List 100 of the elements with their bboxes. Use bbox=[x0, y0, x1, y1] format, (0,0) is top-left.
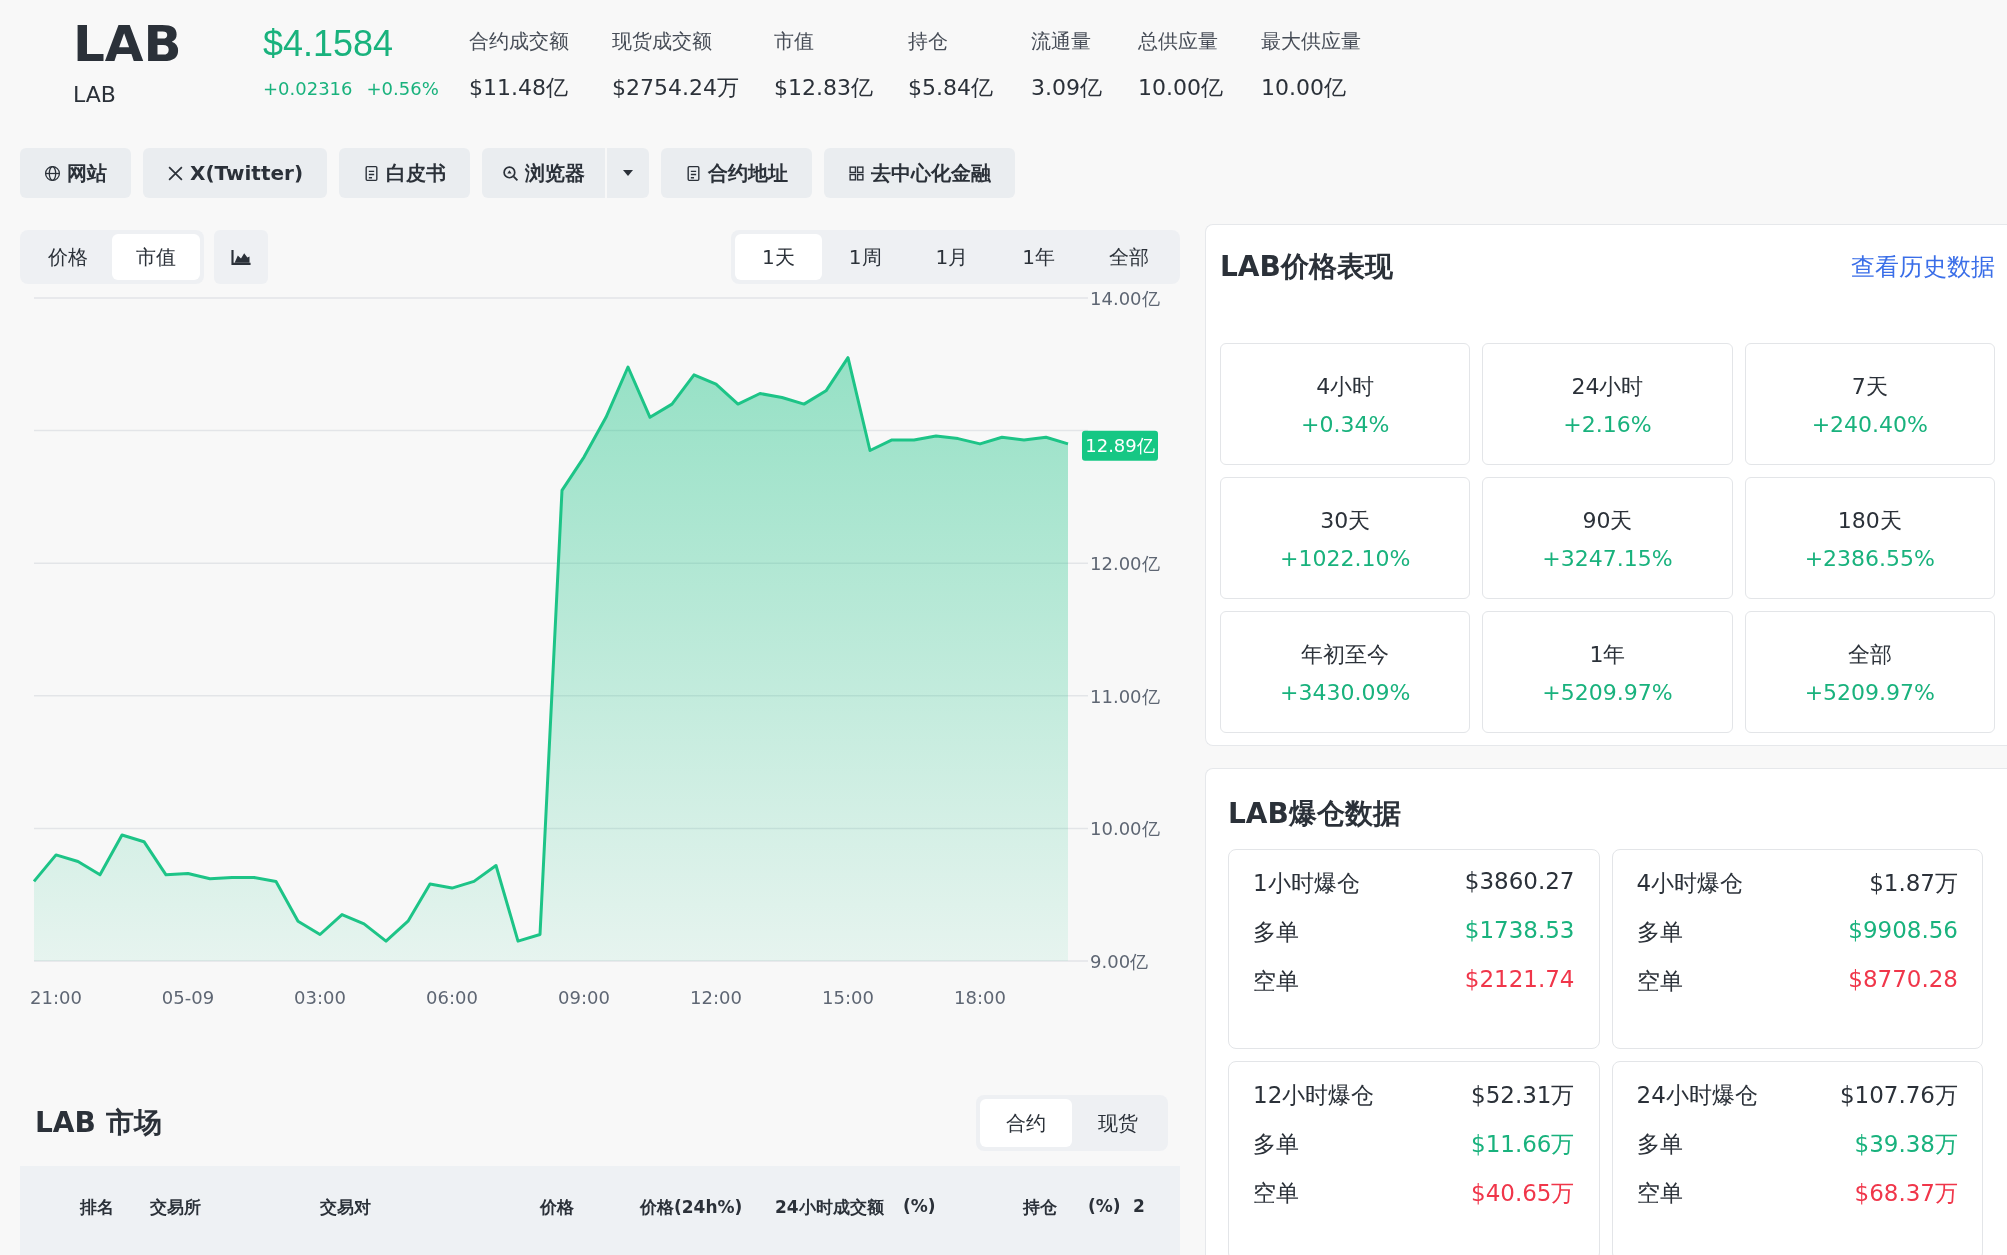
period-tab[interactable]: 1年 bbox=[995, 234, 1082, 280]
liquidation-label: 空单 bbox=[1253, 1179, 1299, 1208]
x-axis-label: 15:00 bbox=[822, 987, 874, 1008]
liquidation-label: 24小时爆仓 bbox=[1636, 1081, 1758, 1110]
liquidation-value: $107.76万 bbox=[1839, 1081, 1958, 1110]
panel-title: LAB爆仓数据 bbox=[1228, 796, 1402, 832]
panel-title: LAB价格表现 bbox=[1220, 249, 1393, 285]
liquidation-value: $2121.74 bbox=[1464, 966, 1575, 994]
current-value-badge: 12.89亿 bbox=[1082, 430, 1158, 461]
y-axis-label: 12.00亿 bbox=[1090, 553, 1160, 575]
period-tab[interactable]: 全部 bbox=[1082, 234, 1176, 280]
liquidation-label: 多单 bbox=[1253, 918, 1299, 947]
x-logo-icon bbox=[167, 164, 184, 182]
liquidation-value: $52.31万 bbox=[1471, 1081, 1575, 1110]
column-header: 持仓 bbox=[1023, 1196, 1058, 1219]
search-icon bbox=[502, 164, 520, 182]
stat-value: 10.00亿 bbox=[1138, 74, 1224, 102]
column-header: 2 bbox=[1133, 1196, 1146, 1218]
stat-value: $11.48亿 bbox=[469, 74, 569, 102]
stat-value: 10.00亿 bbox=[1261, 74, 1347, 102]
liquidation-value: $11.66万 bbox=[1471, 1130, 1575, 1159]
period-change: +0.34% bbox=[1301, 411, 1390, 437]
stat-label: 流通量 bbox=[1031, 28, 1092, 55]
coin-name: LAB bbox=[73, 16, 183, 72]
link-button[interactable]: 合约地址 bbox=[661, 148, 813, 198]
period-label: 7天 bbox=[1851, 372, 1888, 401]
column-header: 价格(24h%) bbox=[640, 1196, 744, 1219]
column-header: (%) bbox=[903, 1196, 937, 1218]
liquidation-label: 空单 bbox=[1636, 1179, 1683, 1208]
period-label: 年初至今 bbox=[1301, 640, 1390, 669]
link-button[interactable]: 网站 bbox=[20, 148, 131, 198]
column-header: 交易所 bbox=[150, 1196, 202, 1219]
price-change: +0.02316 bbox=[263, 78, 353, 99]
section-title: LAB 市场 bbox=[35, 1105, 162, 1141]
column-header: 24小时成交额 bbox=[775, 1196, 885, 1219]
period-change: +3430.09% bbox=[1280, 679, 1411, 705]
history-link[interactable]: 查看历史数据 bbox=[1851, 251, 1995, 283]
x-axis-label: 06:00 bbox=[426, 987, 478, 1008]
coin-price: $4.1584 bbox=[263, 22, 395, 66]
stat-value: $5.84亿 bbox=[908, 74, 994, 102]
x-axis-label: 09:00 bbox=[558, 987, 610, 1008]
liquidation-label: 多单 bbox=[1253, 1130, 1299, 1159]
market-type-tab[interactable]: 合约 bbox=[980, 1099, 1072, 1147]
market-type-tab[interactable]: 现货 bbox=[1072, 1099, 1164, 1147]
stat-value: 3.09亿 bbox=[1031, 74, 1103, 102]
period-label: 全部 bbox=[1847, 640, 1892, 669]
x-axis-label: 21:00 bbox=[30, 987, 82, 1008]
liquidation-label: 4小时爆仓 bbox=[1636, 869, 1744, 898]
document-icon bbox=[685, 164, 703, 182]
period-change: +3247.15% bbox=[1542, 545, 1673, 571]
liquidation-label: 空单 bbox=[1636, 967, 1683, 996]
liquidation-value: $1.87万 bbox=[1869, 869, 1958, 898]
period-tab[interactable]: 1周 bbox=[821, 234, 909, 280]
y-axis-label: 9.00亿 bbox=[1090, 951, 1149, 972]
period-change: +5209.97% bbox=[1804, 679, 1935, 705]
stat-label: 现货成交额 bbox=[612, 28, 713, 55]
chart-type-tab[interactable]: 价格 bbox=[24, 234, 112, 280]
link-button[interactable]: 浏览器 bbox=[482, 148, 606, 198]
chart-type-tab[interactable]: 市值 bbox=[112, 234, 200, 280]
grid-icon bbox=[848, 164, 866, 182]
period-label: 90天 bbox=[1582, 506, 1633, 535]
period-label: 24小时 bbox=[1571, 372, 1644, 401]
period-change: +5209.97% bbox=[1542, 679, 1673, 705]
period-change: +2386.55% bbox=[1804, 545, 1935, 571]
liquidation-label: 多单 bbox=[1636, 918, 1683, 947]
period-label: 4小时 bbox=[1316, 372, 1375, 401]
stat-value: $12.83亿 bbox=[774, 74, 874, 102]
period-change: +1022.10% bbox=[1280, 545, 1411, 571]
period-tab[interactable]: 1月 bbox=[908, 234, 996, 280]
y-axis-label: 10.00亿 bbox=[1090, 818, 1160, 840]
x-axis-label: 05-09 bbox=[161, 987, 215, 1008]
liquidation-label: 1小时爆仓 bbox=[1253, 869, 1360, 898]
link-button[interactable]: 白皮书 bbox=[339, 148, 471, 198]
document-icon bbox=[363, 164, 381, 182]
x-axis-label: 03:00 bbox=[294, 987, 346, 1008]
stat-label: 合约成交额 bbox=[469, 28, 570, 55]
stat-label: 持仓 bbox=[908, 28, 949, 55]
period-tab[interactable]: 1天 bbox=[735, 234, 822, 280]
x-axis-label: 18:00 bbox=[954, 987, 1006, 1008]
stat-label: 总供应量 bbox=[1138, 28, 1219, 55]
period-label: 30天 bbox=[1320, 506, 1371, 535]
area-chart-button[interactable] bbox=[214, 230, 268, 284]
price-change-percent: +0.56% bbox=[366, 78, 439, 99]
liquidation-label: 空单 bbox=[1253, 967, 1299, 996]
column-header: (%) bbox=[1088, 1196, 1122, 1218]
liquidation-value: $9908.56 bbox=[1848, 917, 1958, 945]
link-button[interactable]: X(Twitter) bbox=[143, 148, 328, 198]
liquidation-value: $1738.53 bbox=[1464, 917, 1575, 945]
column-header: 排名 bbox=[80, 1196, 115, 1219]
liquidation-value: $39.38万 bbox=[1854, 1130, 1958, 1159]
coin-symbol: LAB bbox=[73, 82, 117, 107]
y-axis-label: 14.00亿 bbox=[1090, 288, 1160, 309]
liquidation-value: $8770.28 bbox=[1848, 966, 1958, 994]
column-header: 价格 bbox=[540, 1196, 575, 1219]
liquidation-label: 多单 bbox=[1636, 1130, 1683, 1159]
period-label: 1年 bbox=[1589, 640, 1626, 669]
link-button[interactable]: 去中心化金融 bbox=[824, 148, 1016, 198]
liquidation-value: $68.37万 bbox=[1854, 1179, 1958, 1208]
liquidation-label: 12小时爆仓 bbox=[1253, 1081, 1375, 1110]
column-header: 交易对 bbox=[320, 1196, 372, 1219]
